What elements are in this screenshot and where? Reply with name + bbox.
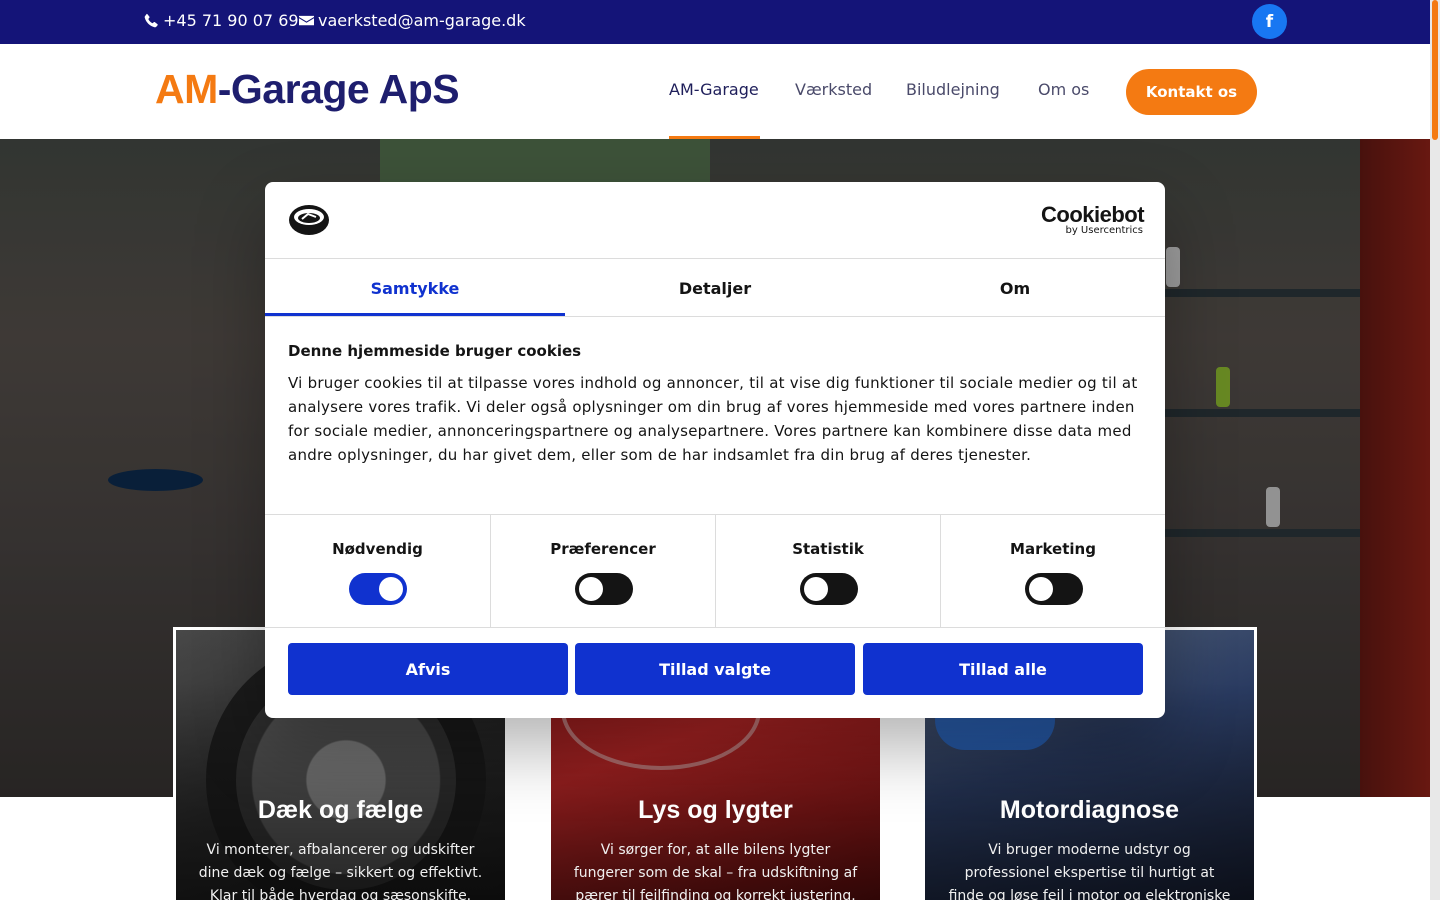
phone-link[interactable]: +45 71 90 07 69 <box>144 11 299 30</box>
dialog-tabs: Samtykke Detaljer Om <box>265 259 1165 317</box>
card-text: Vi bruger moderne udstyr og professionel… <box>948 842 1231 900</box>
phone-icon <box>144 13 158 28</box>
site-logo[interactable]: AM-Garage ApS <box>155 66 460 113</box>
consent-toggles: Nødvendig Præferencer Statistik Marketin… <box>265 514 1165 628</box>
toggle-group-statistics: Statistik <box>715 515 940 628</box>
cookiebot-brand[interactable]: Cookiebot by Usercentrics <box>1041 202 1145 236</box>
marketing-toggle[interactable] <box>1025 573 1083 605</box>
toggle-group-preferences: Præferencer <box>490 515 715 628</box>
top-contact-bar: +45 71 90 07 69 vaerksted@am-garage.dk f <box>0 0 1430 44</box>
preferences-toggle[interactable] <box>575 573 633 605</box>
scrollbar-thumb[interactable] <box>1432 0 1438 140</box>
toggle-knob <box>1029 577 1053 601</box>
email-link[interactable]: vaerksted@am-garage.dk <box>299 11 526 30</box>
toggle-label: Marketing <box>1010 540 1096 558</box>
statistics-toggle[interactable] <box>800 573 858 605</box>
toggle-group-marketing: Marketing <box>940 515 1165 628</box>
nav-vaerksted[interactable]: Værksted <box>795 80 872 99</box>
tab-detaljer[interactable]: Detaljer <box>565 259 865 317</box>
toggle-knob <box>804 577 828 601</box>
toggle-label: Præferencer <box>550 540 656 558</box>
logo-accent: AM <box>155 66 218 112</box>
reject-button[interactable]: Afvis <box>288 643 568 695</box>
envelope-icon <box>299 15 314 26</box>
tab-samtykke[interactable]: Samtykke <box>265 259 565 317</box>
card-title: Lys og lygter <box>638 796 793 824</box>
toggle-group-necessary: Nødvendig <box>265 515 490 628</box>
nav-om-os[interactable]: Om os <box>1038 80 1089 99</box>
toggle-knob <box>579 577 603 601</box>
dialog-description: Vi bruger cookies til at tilpasse vores … <box>288 374 1138 464</box>
email-address: vaerksted@am-garage.dk <box>318 11 526 30</box>
dialog-title: Denne hjemmeside bruger cookies <box>288 342 582 360</box>
allow-selected-button[interactable]: Tillad valgte <box>575 643 855 695</box>
card-text: Vi monterer, afbalancerer og udskifter d… <box>198 842 483 900</box>
nav-biludlejning[interactable]: Biludlejning <box>906 80 1000 99</box>
cookie-logo-icon <box>289 205 329 235</box>
nav-am-garage[interactable]: AM-Garage <box>669 80 759 99</box>
toggle-knob <box>379 577 403 601</box>
toggle-label: Nødvendig <box>332 540 423 558</box>
logo-text: -Garage ApS <box>217 66 460 112</box>
card-title: Dæk og fælge <box>257 796 424 824</box>
card-title: Motordiagnose <box>999 796 1180 824</box>
allow-all-button[interactable]: Tillad alle <box>863 643 1143 695</box>
active-tab-indicator <box>265 313 565 316</box>
toggle-label: Statistik <box>792 540 864 558</box>
page-scrollbar[interactable] <box>1430 0 1440 900</box>
phone-number: +45 71 90 07 69 <box>163 11 299 30</box>
cookie-consent-dialog: Cookiebot by Usercentrics Samtykke Detal… <box>265 182 1165 718</box>
contact-button[interactable]: Kontakt os <box>1126 69 1257 115</box>
facebook-icon[interactable]: f <box>1252 4 1287 39</box>
site-header: AM-Garage ApS AM-Garage Værksted Biludle… <box>0 44 1430 139</box>
necessary-toggle[interactable] <box>349 573 407 605</box>
dialog-header: Cookiebot by Usercentrics <box>265 182 1165 259</box>
card-text: Vi sørger for, at alle bilens lygter fun… <box>573 842 858 900</box>
tab-om[interactable]: Om <box>865 259 1165 317</box>
